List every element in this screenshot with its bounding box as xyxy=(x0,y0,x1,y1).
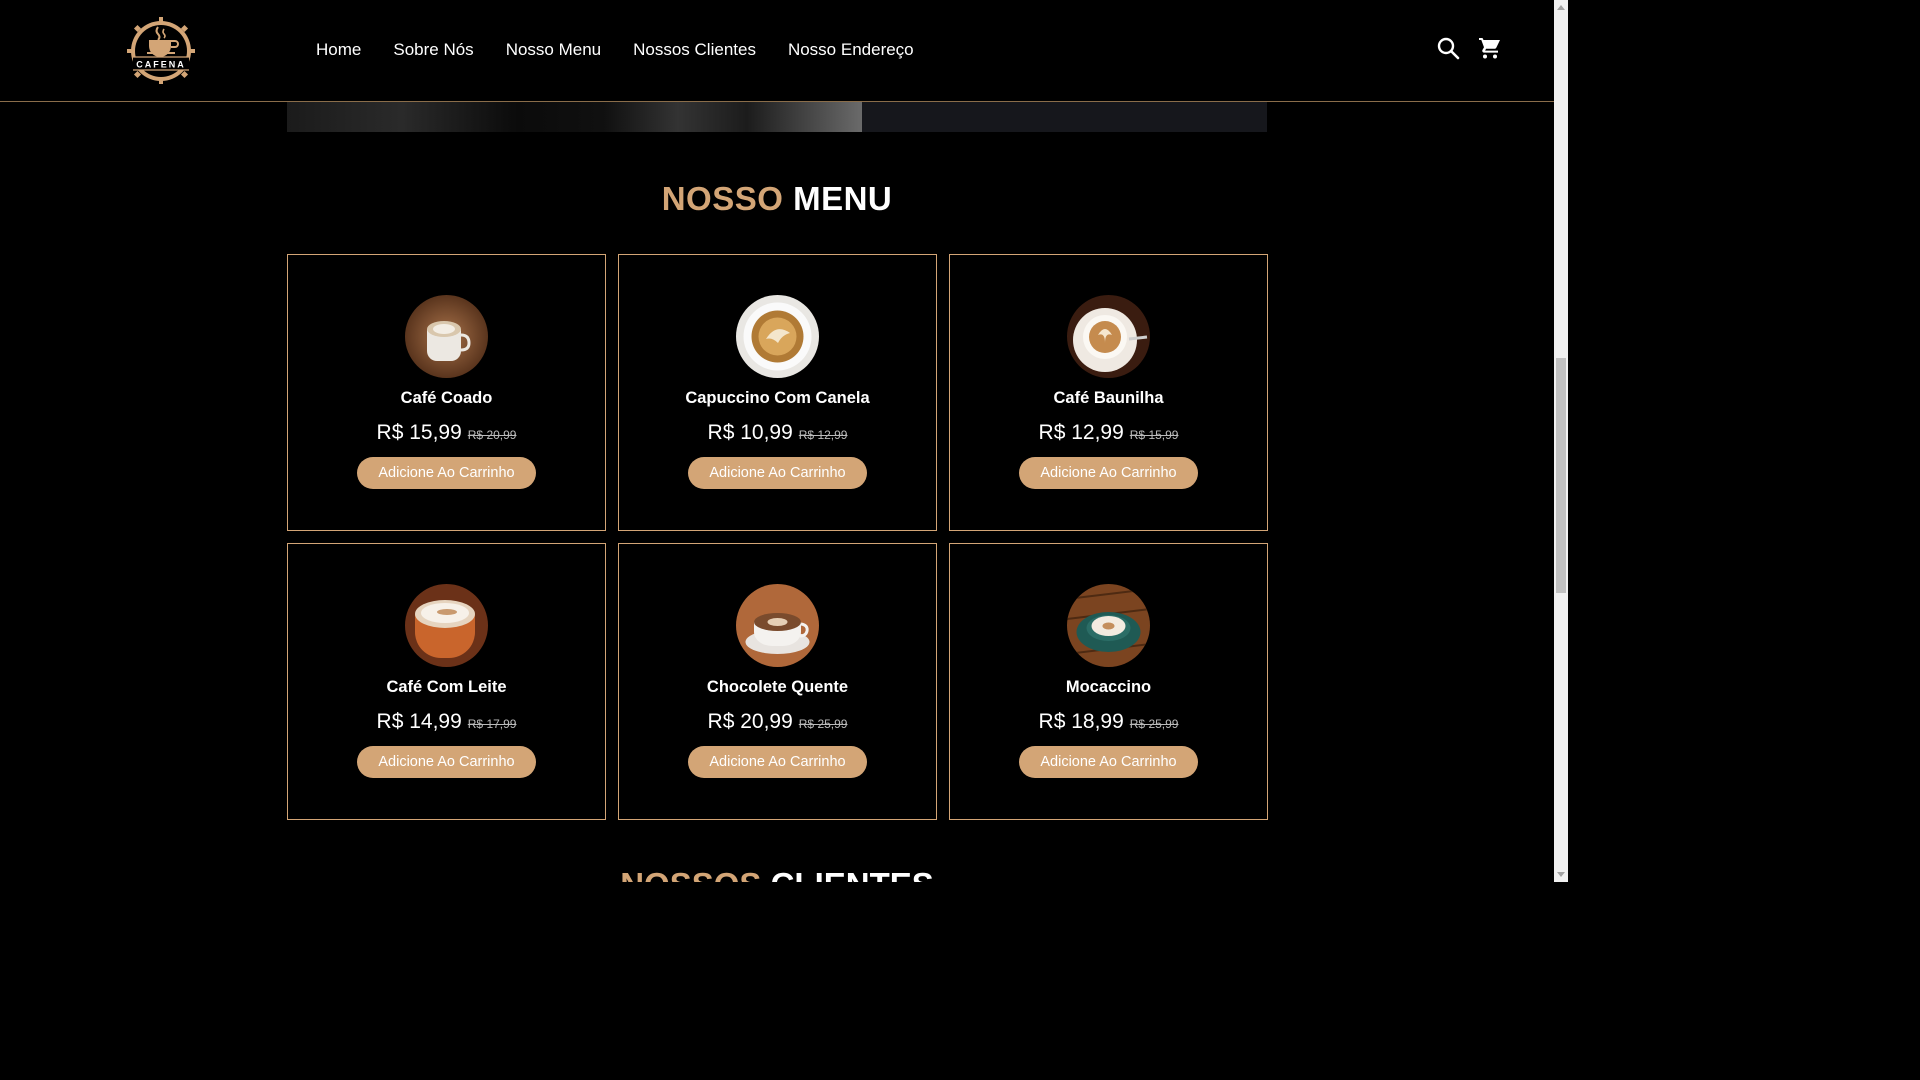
menu-title-plain: MENU xyxy=(793,180,893,217)
nav-nosso-menu[interactable]: Nosso Menu xyxy=(490,40,617,60)
menu-card: Mocaccino R$ 18,99 R$ 25,99 Adicione Ao … xyxy=(949,543,1268,820)
scrollbar-thumb[interactable] xyxy=(1556,358,1566,593)
price-row: R$ 12,99 R$ 15,99 xyxy=(1039,421,1179,445)
coffee-cup-image xyxy=(405,295,488,378)
hot-chocolate-image xyxy=(736,584,819,667)
hero-banner-bottom xyxy=(287,101,1267,132)
product-old-price: R$ 25,99 xyxy=(1129,717,1179,731)
search-icon[interactable] xyxy=(1436,36,1460,60)
price-row: R$ 14,99 R$ 17,99 xyxy=(377,710,517,734)
logo-graphic: CAFENA xyxy=(127,17,195,84)
product-old-price: R$ 12,99 xyxy=(798,428,848,442)
product-price: R$ 15,99 xyxy=(376,421,462,444)
nav-home[interactable]: Home xyxy=(300,40,377,60)
scroll-down-arrow-icon[interactable] xyxy=(1557,872,1565,877)
add-to-cart-button[interactable]: Adicione Ao Carrinho xyxy=(1019,457,1198,489)
product-price: R$ 10,99 xyxy=(707,421,793,444)
price-row: R$ 15,99 R$ 20,99 xyxy=(377,421,517,445)
price-row: R$ 18,99 R$ 25,99 xyxy=(1039,710,1179,734)
menu-card: Café Coado R$ 15,99 R$ 20,99 Adicione Ao… xyxy=(287,254,606,531)
logo-text: CAFENA xyxy=(136,60,186,70)
product-price: R$ 20,99 xyxy=(707,710,793,733)
add-to-cart-button[interactable]: Adicione Ao Carrinho xyxy=(1019,746,1198,778)
page: CAFENA Home Sobre Nós Nosso Menu Nossos … xyxy=(0,0,1568,882)
product-name: Café Coado xyxy=(400,389,493,407)
menu-card: Café Baunilha R$ 12,99 R$ 15,99 Adicione… xyxy=(949,254,1268,531)
coffee-with-milk-image xyxy=(405,584,488,667)
header-actions xyxy=(1436,36,1502,60)
add-to-cart-button[interactable]: Adicione Ao Carrinho xyxy=(357,457,536,489)
menu-title-accent: NOSSO xyxy=(661,180,784,217)
product-name: Capuccino Com Canela xyxy=(685,389,870,407)
scroll-up-arrow-icon[interactable] xyxy=(1557,5,1565,10)
add-to-cart-button[interactable]: Adicione Ao Carrinho xyxy=(357,746,536,778)
main-nav: Home Sobre Nós Nosso Menu Nossos Cliente… xyxy=(300,0,930,100)
price-row: R$ 20,99 R$ 25,99 xyxy=(708,710,848,734)
price-row: R$ 10,99 R$ 12,99 xyxy=(708,421,848,445)
nav-nossos-clientes[interactable]: Nossos Clientes xyxy=(617,40,772,60)
site-header: CAFENA Home Sobre Nós Nosso Menu Nossos … xyxy=(0,0,1554,102)
product-old-price: R$ 25,99 xyxy=(798,717,848,731)
menu-grid: Café Coado R$ 15,99 R$ 20,99 Adicione Ao… xyxy=(287,254,1268,820)
product-price: R$ 18,99 xyxy=(1038,710,1124,733)
product-name: Mocaccino xyxy=(1065,678,1152,696)
product-name: Café Baunilha xyxy=(1053,389,1164,407)
menu-card: Capuccino Com Canela R$ 10,99 R$ 12,99 A… xyxy=(618,254,937,531)
product-old-price: R$ 15,99 xyxy=(1129,428,1179,442)
nav-nosso-endereco[interactable]: Nosso Endereço xyxy=(772,40,930,60)
product-old-price: R$ 17,99 xyxy=(467,717,517,731)
product-name: Chocolete Quente xyxy=(706,678,849,696)
add-to-cart-button[interactable]: Adicione Ao Carrinho xyxy=(688,746,867,778)
menu-section-title: NOSSO MENU xyxy=(0,180,1554,218)
product-old-price: R$ 20,99 xyxy=(467,428,517,442)
clients-title-plain: CLIENTES xyxy=(771,866,934,882)
product-price: R$ 14,99 xyxy=(376,710,462,733)
menu-card: Chocolete Quente R$ 20,99 R$ 25,99 Adici… xyxy=(618,543,937,820)
mocaccino-image xyxy=(1067,584,1150,667)
product-price: R$ 12,99 xyxy=(1038,421,1124,444)
nav-sobre-nos[interactable]: Sobre Nós xyxy=(377,40,489,60)
cafena-logo[interactable]: CAFENA xyxy=(120,16,202,84)
clients-section-title: NOSSOS CLIENTES xyxy=(0,866,1554,882)
menu-card: Café Com Leite R$ 14,99 R$ 17,99 Adicion… xyxy=(287,543,606,820)
hero-image xyxy=(287,101,862,132)
cappuccino-image xyxy=(736,295,819,378)
clients-title-accent: NOSSOS xyxy=(620,866,761,882)
vanilla-latte-image xyxy=(1067,295,1150,378)
product-name: Café Com Leite xyxy=(386,678,507,696)
page-scrollbar[interactable] xyxy=(1554,0,1568,882)
add-to-cart-button[interactable]: Adicione Ao Carrinho xyxy=(688,457,867,489)
cart-icon[interactable] xyxy=(1478,36,1502,60)
